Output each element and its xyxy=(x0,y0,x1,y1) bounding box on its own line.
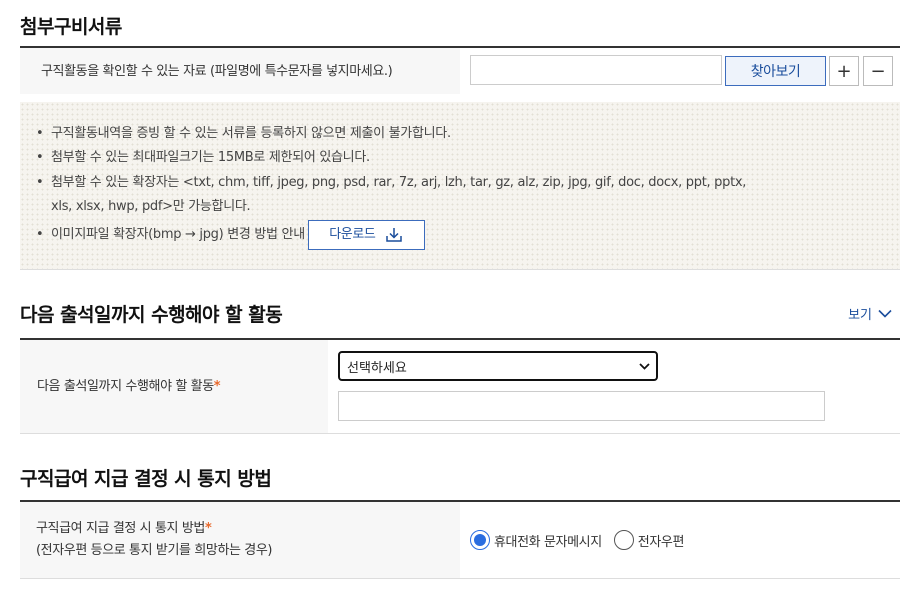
notice-item-continued: xls, xlsx, hwp, pdf>만 가능합니다. xyxy=(51,198,251,214)
download-button[interactable]: 다운로드 xyxy=(307,220,425,251)
minus-icon: − xyxy=(870,60,886,82)
notice-item: 첨부할 수 있는 최대파일크기는 15MB로 제한되어 있습니다. xyxy=(36,146,900,171)
chevron-down-icon xyxy=(878,309,892,318)
required-mark: * xyxy=(204,521,212,536)
download-label: 다운로드 xyxy=(329,227,376,243)
notify-field-label: 구직급여 지급 결정 시 통지 방법* (전자우편 등으로 통지 받기를 희망하… xyxy=(20,502,460,578)
chevron-down-icon xyxy=(639,362,650,370)
remove-file-button[interactable]: − xyxy=(863,56,893,86)
notify-label-sub: (전자우편 등으로 통지 받기를 희망하는 경우) xyxy=(36,543,273,558)
plus-icon: + xyxy=(836,60,852,82)
notice-item: 첨부할 수 있는 확장자는 <txt, chm, tiff, jpeg, png… xyxy=(36,171,900,196)
radio-email[interactable] xyxy=(613,530,634,550)
radio-email-label[interactable]: 전자우편 xyxy=(638,531,685,550)
activity-section-title: 다음 출석일까지 수행해야 할 활동 xyxy=(20,304,283,326)
required-mark: * xyxy=(213,379,221,394)
activity-select[interactable]: 선택하세요 xyxy=(338,351,658,381)
divider xyxy=(20,578,900,579)
add-file-button[interactable]: + xyxy=(829,56,859,86)
image-notice-text: 이미지파일 확장자(bmp → jpg) 변경 방법 안내 xyxy=(51,227,305,243)
view-toggle[interactable]: 보기 xyxy=(848,304,892,323)
notify-label-text: 구직급여 지급 결정 시 통지 방법 xyxy=(36,521,205,536)
radio-sms[interactable] xyxy=(470,530,490,550)
notify-section-title: 구직급여 지급 결정 시 통지 방법 xyxy=(20,468,272,490)
attach-section-title: 첨부구비서류 xyxy=(20,16,122,38)
file-path-input[interactable] xyxy=(470,55,722,85)
image-notice-item: 이미지파일 확장자(bmp → jpg) 변경 방법 안내 다운로드 xyxy=(36,220,900,251)
divider xyxy=(20,269,900,270)
divider xyxy=(20,433,900,434)
activity-label-text: 다음 출석일까지 수행해야 할 활동 xyxy=(37,379,214,394)
browse-button[interactable]: 찾아보기 xyxy=(725,56,826,86)
view-label: 보기 xyxy=(848,308,872,323)
radio-sms-label[interactable]: 휴대전화 문자메시지 xyxy=(494,531,602,550)
attach-row-label: 구직활동을 확인할 수 있는 자료 (파일명에 특수문자를 넣지마세요.) xyxy=(20,48,460,94)
activity-detail-input[interactable] xyxy=(338,391,825,421)
attach-notice-box: 구직활동내역을 증빙 할 수 있는 서류를 등록하지 않으면 제출이 불가합니다… xyxy=(20,102,900,269)
activity-select-value: 선택하세요 xyxy=(347,360,407,376)
notice-item: 구직활동내역을 증빙 할 수 있는 서류를 등록하지 않으면 제출이 불가합니다… xyxy=(36,122,900,147)
activity-field-label: 다음 출석일까지 수행해야 할 활동* xyxy=(20,340,328,433)
notify-radio-group: 휴대전화 문자메시지 전자우편 xyxy=(470,530,684,550)
download-icon xyxy=(386,228,403,242)
